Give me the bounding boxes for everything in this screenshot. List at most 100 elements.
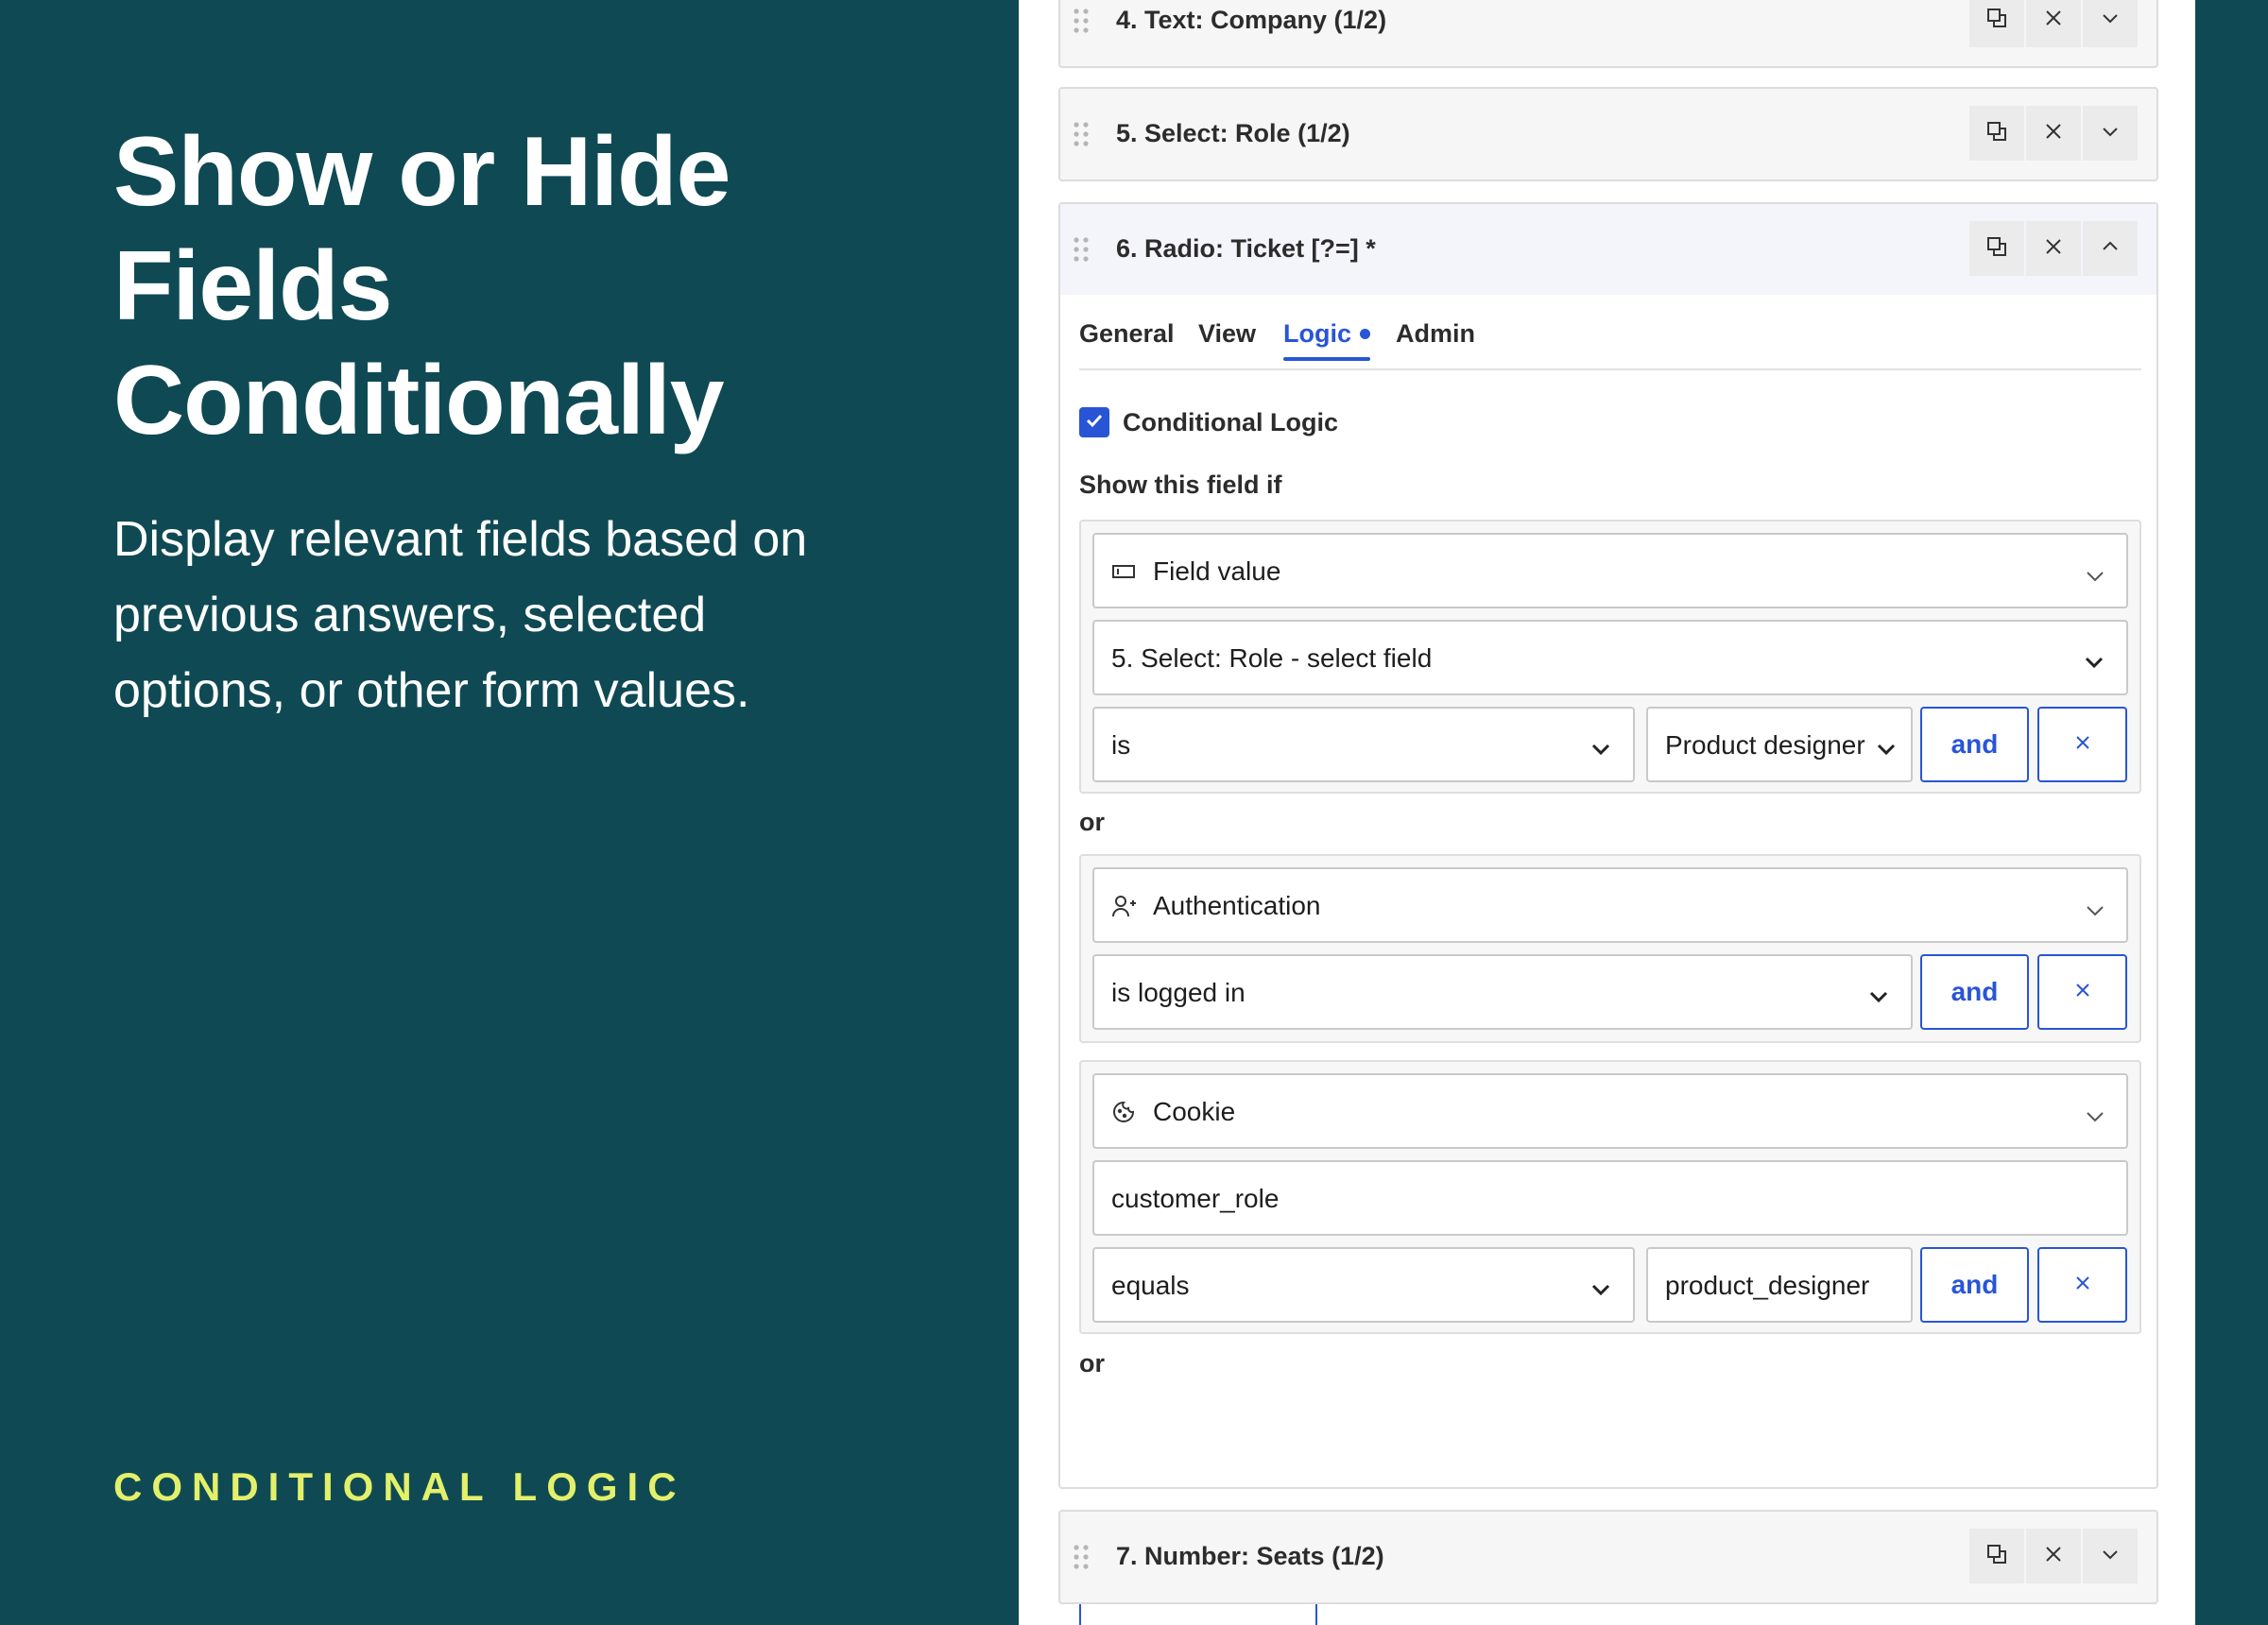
cookie-value-value: product_designer xyxy=(1665,1271,1870,1300)
conditional-logic-toggle[interactable]: Conditional Logic xyxy=(1079,407,1338,437)
field-card-ticket: 6. Radio: Ticket [?=] * General View Log… xyxy=(1058,202,2158,1625)
settings-tabs: General View Logic Admin xyxy=(1079,317,2141,370)
chevron-down-icon xyxy=(1589,1277,1612,1308)
and-button[interactable]: and xyxy=(1920,1247,2029,1323)
chevron-down-icon xyxy=(1589,737,1612,767)
field-card-header[interactable]: 6. Radio: Ticket [?=] * xyxy=(1060,204,2156,295)
close-icon xyxy=(2073,1274,2092,1297)
user-auth-icon xyxy=(1111,894,1138,925)
close-icon xyxy=(2073,981,2092,1004)
operator-select-value: equals xyxy=(1111,1271,1190,1300)
value-select[interactable]: Product designer xyxy=(1646,707,1913,782)
eyebrow-label: CONDITIONAL LOGIC xyxy=(113,1464,686,1509)
chevron-down-icon xyxy=(2100,121,2121,146)
form-editor-panel: 4. Text: Company (1/2) 5. Select: Role (… xyxy=(1019,0,2195,1625)
operator-select[interactable]: equals xyxy=(1092,1247,1635,1323)
delete-button[interactable] xyxy=(2026,1529,2081,1583)
duplicate-icon xyxy=(1985,235,2008,263)
checkbox-checked[interactable] xyxy=(1079,407,1109,437)
and-button[interactable]: and xyxy=(1920,707,2029,782)
close-icon xyxy=(2043,121,2064,146)
or-separator: or xyxy=(1079,808,1105,836)
chevron-down-icon xyxy=(2100,8,2121,33)
field-card-title: 5. Select: Role (1/2) xyxy=(1116,119,1350,147)
rule-group: Authentication is logged in and xyxy=(1079,854,2141,1043)
chevron-down-icon xyxy=(2085,1103,2105,1134)
right-background-strip xyxy=(2195,0,2268,1625)
conditional-logic-label: Conditional Logic xyxy=(1123,407,1338,436)
and-button[interactable]: and xyxy=(1920,954,2029,1030)
checkmark-icon xyxy=(1084,410,1105,436)
cookie-name-value: customer_role xyxy=(1111,1184,1280,1213)
operator-select[interactable]: is logged in xyxy=(1092,954,1913,1030)
operator-select-value: is logged in xyxy=(1111,978,1246,1007)
source-select-value: Authentication xyxy=(1153,891,1321,920)
tab-general[interactable]: General xyxy=(1079,317,1175,350)
tab-admin[interactable]: Admin xyxy=(1396,317,1475,350)
remove-rule-button[interactable] xyxy=(2037,1247,2127,1323)
tab-logic-label: Logic xyxy=(1283,319,1351,348)
source-select-value: Field value xyxy=(1153,556,1281,586)
operator-select[interactable]: is xyxy=(1092,707,1635,782)
field-card-header[interactable]: 5. Select: Role (1/2) xyxy=(1060,89,2156,180)
active-tab-indicator xyxy=(1283,357,1370,361)
expand-button[interactable] xyxy=(2083,0,2138,47)
rule-group: Field value 5. Select: Role - select fie… xyxy=(1079,520,2141,794)
delete-button[interactable] xyxy=(2026,0,2081,47)
rule-group: Cookie customer_role equals product_desi… xyxy=(1079,1060,2141,1334)
chevron-up-icon xyxy=(2100,236,2121,262)
tab-logic[interactable]: Logic xyxy=(1283,317,1370,361)
close-icon xyxy=(2043,1544,2064,1569)
field-select-value: 5. Select: Role - select field xyxy=(1111,643,1433,673)
delete-button[interactable] xyxy=(2026,221,2081,276)
expand-button[interactable] xyxy=(2083,106,2138,161)
remove-rule-button[interactable] xyxy=(2037,954,2127,1030)
headline: Show or Hide Fields Conditionally xyxy=(113,117,730,455)
close-icon xyxy=(2043,8,2064,33)
duplicate-button[interactable] xyxy=(1969,106,2024,161)
field-card-title: 6. Radio: Ticket [?=] * xyxy=(1116,234,1376,263)
duplicate-icon xyxy=(1985,1543,2008,1570)
drag-handle-icon[interactable] xyxy=(1073,1544,1090,1570)
field-card-role[interactable]: 5. Select: Role (1/2) xyxy=(1058,87,2158,181)
remove-rule-button[interactable] xyxy=(2037,707,2127,782)
source-select[interactable]: Cookie xyxy=(1092,1073,2128,1149)
source-select[interactable]: Authentication xyxy=(1092,867,2128,943)
source-select[interactable]: Field value xyxy=(1092,533,2128,608)
cookie-icon xyxy=(1111,1100,1136,1131)
field-select[interactable]: 5. Select: Role - select field xyxy=(1092,620,2128,695)
duplicate-button[interactable] xyxy=(1969,1529,2024,1583)
cookie-value-input[interactable]: product_designer xyxy=(1646,1247,1913,1323)
cookie-name-input[interactable]: customer_role xyxy=(1092,1160,2128,1236)
chevron-down-icon xyxy=(2085,898,2105,928)
promo-section: Show or Hide Fields Conditionally Displa… xyxy=(0,0,1019,1625)
or-separator: or xyxy=(1079,1349,1105,1377)
duplicate-icon xyxy=(1985,120,2008,147)
field-card-company[interactable]: 4. Text: Company (1/2) xyxy=(1058,0,2158,68)
drag-handle-icon[interactable] xyxy=(1073,8,1090,34)
field-card-header[interactable]: 7. Number: Seats (1/2) xyxy=(1060,1512,2156,1602)
subtext: Display relevant fields based on previou… xyxy=(113,512,808,718)
duplicate-button[interactable] xyxy=(1969,0,2024,47)
collapse-button[interactable] xyxy=(2083,221,2138,276)
expand-button[interactable] xyxy=(2083,1529,2138,1583)
chevron-down-icon xyxy=(2083,650,2105,680)
field-card-title: 7. Number: Seats (1/2) xyxy=(1116,1542,1384,1570)
field-value-icon xyxy=(1111,559,1136,590)
field-card-header[interactable]: 4. Text: Company (1/2) xyxy=(1060,0,2156,66)
tab-view[interactable]: View xyxy=(1198,317,1256,350)
show-field-if-label: Show this field if xyxy=(1079,470,1282,499)
duplicate-button[interactable] xyxy=(1969,221,2024,276)
active-dot-icon xyxy=(1360,329,1370,339)
drag-handle-icon[interactable] xyxy=(1073,236,1090,263)
delete-button[interactable] xyxy=(2026,106,2081,161)
value-select-value: Product designer xyxy=(1665,730,1865,760)
drag-handle-icon[interactable] xyxy=(1073,121,1090,147)
chevron-down-icon xyxy=(2100,1544,2121,1569)
chevron-down-icon xyxy=(1875,737,1898,767)
chevron-down-icon xyxy=(1867,984,1890,1015)
field-card-title: 4. Text: Company (1/2) xyxy=(1116,6,1387,34)
field-card-seats[interactable]: 7. Number: Seats (1/2) xyxy=(1058,1510,2158,1604)
chevron-down-icon xyxy=(2085,563,2105,593)
duplicate-icon xyxy=(1985,7,2008,34)
